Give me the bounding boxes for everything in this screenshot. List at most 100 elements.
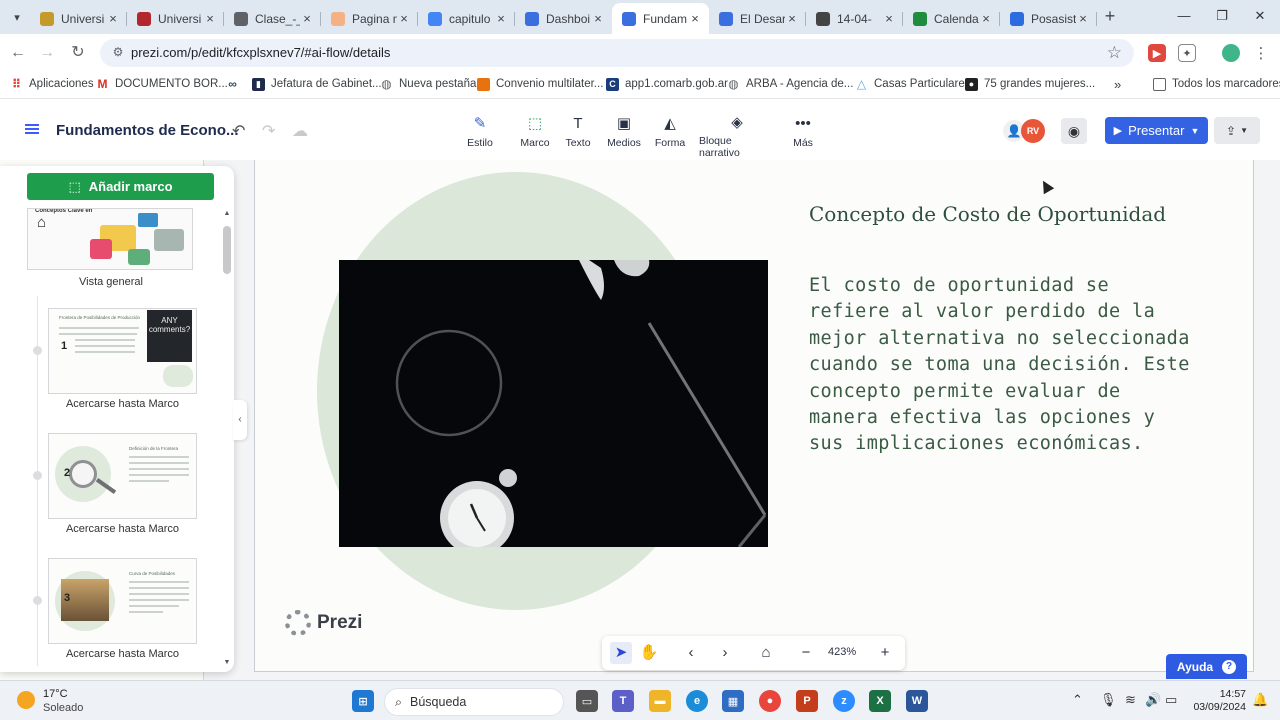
tray-overflow-icon[interactable]: ⌃ (1072, 692, 1083, 708)
sidebar-scrollbar[interactable] (223, 226, 231, 274)
bookmark-all[interactable]: Todos los marcadores (1153, 76, 1280, 92)
scroll-down-icon[interactable]: ▼ (222, 659, 232, 666)
bookmark-link[interactable]: ∞ (226, 76, 245, 92)
reload-icon[interactable]: ↻ (67, 42, 89, 64)
zoom-icon[interactable]: z (833, 690, 855, 712)
frame-thumbnail[interactable]: Definición de la Frontera (48, 433, 197, 519)
tab-close-icon[interactable]: × (882, 11, 896, 26)
tab-close-icon[interactable]: × (494, 11, 508, 26)
bookmark-arba[interactable]: ◍ ARBA - Agencia de... (727, 76, 853, 92)
tool-mas[interactable]: ••• Más (790, 113, 816, 153)
bookmark-jefatura[interactable]: ▮ Jefatura de Gabinet... (252, 76, 382, 92)
overview-label[interactable]: Vista general (0, 276, 222, 288)
bookmark-comarb[interactable]: C app1.comarb.gob.ar (606, 76, 728, 92)
back-icon[interactable]: ← (7, 42, 29, 64)
weather-temperature[interactable]: 17°C (43, 688, 68, 700)
browser-tab[interactable]: Clase_-_ × (224, 3, 321, 34)
export-button[interactable]: ⇪ ▼ (1214, 117, 1260, 144)
frame-label[interactable]: Acercarse hasta Marco (48, 523, 197, 535)
tool-bloque-narrativo[interactable]: ◈ Bloque narrativo (699, 113, 775, 159)
new-tab-button[interactable]: + (1100, 6, 1120, 28)
tab-close-icon[interactable]: × (1076, 11, 1090, 26)
present-button[interactable]: ▶ Presentar ▼ (1105, 117, 1208, 144)
url-text[interactable]: prezi.com/p/edit/kfcxplsxnev7/#ai-flow/d… (131, 45, 390, 60)
browser-menu-icon[interactable]: ⋮ (1252, 44, 1270, 62)
close-window-icon[interactable]: ✕ (1250, 6, 1270, 26)
teams-icon[interactable]: T (612, 690, 634, 712)
current-slide[interactable]: Concepto de Costo de Oportunidad El cost… (254, 160, 1254, 672)
tab-search-icon[interactable]: ▾ (6, 6, 28, 28)
battery-icon[interactable]: ▭ (1165, 692, 1177, 708)
edge-icon[interactable]: e (686, 690, 708, 712)
tool-texto[interactable]: T Texto (563, 113, 593, 153)
frame-thumbnail[interactable]: Curva de Posibilidades (48, 558, 197, 644)
minimize-icon[interactable]: — (1174, 6, 1194, 26)
volume-icon[interactable]: 🔊 (1145, 692, 1161, 708)
next-frame-icon[interactable]: › (714, 642, 736, 664)
tool-estilo[interactable]: ✎ Estilo (464, 113, 496, 153)
browser-tab[interactable]: Universi × (127, 3, 224, 34)
undo-icon[interactable]: ↶ (232, 121, 245, 141)
previous-frame-icon[interactable]: ‹ (680, 642, 702, 664)
browser-tab[interactable]: Pagina n × (321, 3, 418, 34)
bookmark-documento[interactable]: M DOCUMENTO BOR... (96, 76, 228, 92)
omnibox[interactable]: ⚙ prezi.com/p/edit/kfcxplsxnev7/#ai-flow… (100, 39, 1134, 67)
browser-tab[interactable]: Fundam × (612, 3, 709, 34)
select-pointer-icon[interactable]: ➤ (610, 642, 632, 664)
tab-close-icon[interactable]: × (785, 11, 799, 26)
menu-icon[interactable] (25, 124, 39, 134)
preview-eye-icon[interactable]: ◉ (1061, 118, 1087, 144)
sun-icon[interactable] (17, 691, 35, 709)
file-explorer-icon[interactable]: ▬ (649, 690, 671, 712)
help-button[interactable]: Ayuda ? (1166, 654, 1247, 679)
excel-icon[interactable]: X (869, 690, 891, 712)
browser-tab[interactable]: El Desar × (709, 3, 806, 34)
tab-close-icon[interactable]: × (397, 11, 411, 26)
tab-close-icon[interactable]: × (300, 11, 314, 26)
browser-tab[interactable]: Dashboi × (515, 3, 612, 34)
store-icon[interactable]: ▦ (722, 690, 744, 712)
powerpoint-icon[interactable]: P (796, 690, 818, 712)
frame-item-1[interactable]: Frontera de Posibilidades de Producción … (0, 308, 222, 418)
extensions-puzzle-icon[interactable]: ✦ (1178, 44, 1196, 62)
add-frame-button[interactable]: ⬚ Añadir marco (27, 173, 214, 200)
word-icon[interactable]: W (906, 690, 928, 712)
redo-icon[interactable]: ↷ (262, 121, 275, 141)
user-avatar[interactable]: RV (1021, 119, 1045, 143)
browser-tab[interactable]: capitulo × (418, 3, 515, 34)
frame-thumbnail[interactable]: Frontera de Posibilidades de Producción … (48, 308, 197, 394)
tab-close-icon[interactable]: × (979, 11, 993, 26)
microphone-icon[interactable]: 🎙 (1100, 692, 1117, 708)
bookmark-casas[interactable]: △ Casas Particulares (855, 76, 971, 92)
tab-close-icon[interactable]: × (591, 11, 605, 26)
tab-close-icon[interactable]: × (203, 11, 217, 26)
slide-image[interactable] (339, 260, 768, 547)
overview-thumbnail[interactable]: Conceptos Clave en ⌂ (27, 208, 193, 270)
profile-avatar[interactable] (1222, 44, 1240, 62)
bookmark-apps[interactable]: ⠿ Aplicaciones (10, 76, 94, 92)
hand-pan-icon[interactable]: ✋ (638, 642, 660, 664)
frame-item-2[interactable]: Definición de la Frontera 2 Acercarse ha… (0, 433, 222, 543)
browser-tab[interactable]: Universi × (30, 3, 127, 34)
browser-tab[interactable]: 14-04- × (806, 3, 903, 34)
browser-tab[interactable]: Calenda × (903, 3, 1000, 34)
home-icon[interactable]: ⌂ (755, 642, 777, 664)
presentation-title[interactable]: Fundamentos de Econo... (56, 122, 239, 139)
tool-medios[interactable]: ▣ Medios (606, 113, 642, 153)
weather-description[interactable]: Soleado (43, 702, 83, 714)
restore-icon[interactable]: ❐ (1212, 6, 1232, 26)
zoom-out-icon[interactable]: − (795, 642, 817, 664)
browser-tab[interactable]: Posasist × (1000, 3, 1097, 34)
bookmark-convenio[interactable]: Convenio multilater... (477, 76, 603, 92)
slide-heading[interactable]: Concepto de Costo de Oportunidad (809, 202, 1166, 226)
forward-icon[interactable]: → (36, 42, 58, 64)
task-view-icon[interactable]: ▭ (576, 690, 598, 712)
zoom-in-icon[interactable]: + (874, 642, 896, 664)
windows-start-icon[interactable]: ⊞ (352, 690, 374, 712)
site-info-icon[interactable]: ⚙ (110, 45, 126, 61)
bookmark-nueva-pestana[interactable]: ◍ Nueva pestaña (380, 76, 476, 92)
zoom-level[interactable]: 423% (828, 646, 856, 658)
bookmarks-overflow-icon[interactable]: » (1114, 76, 1121, 92)
frame-label[interactable]: Acercarse hasta Marco (48, 648, 197, 660)
tab-close-icon[interactable]: × (106, 11, 120, 26)
